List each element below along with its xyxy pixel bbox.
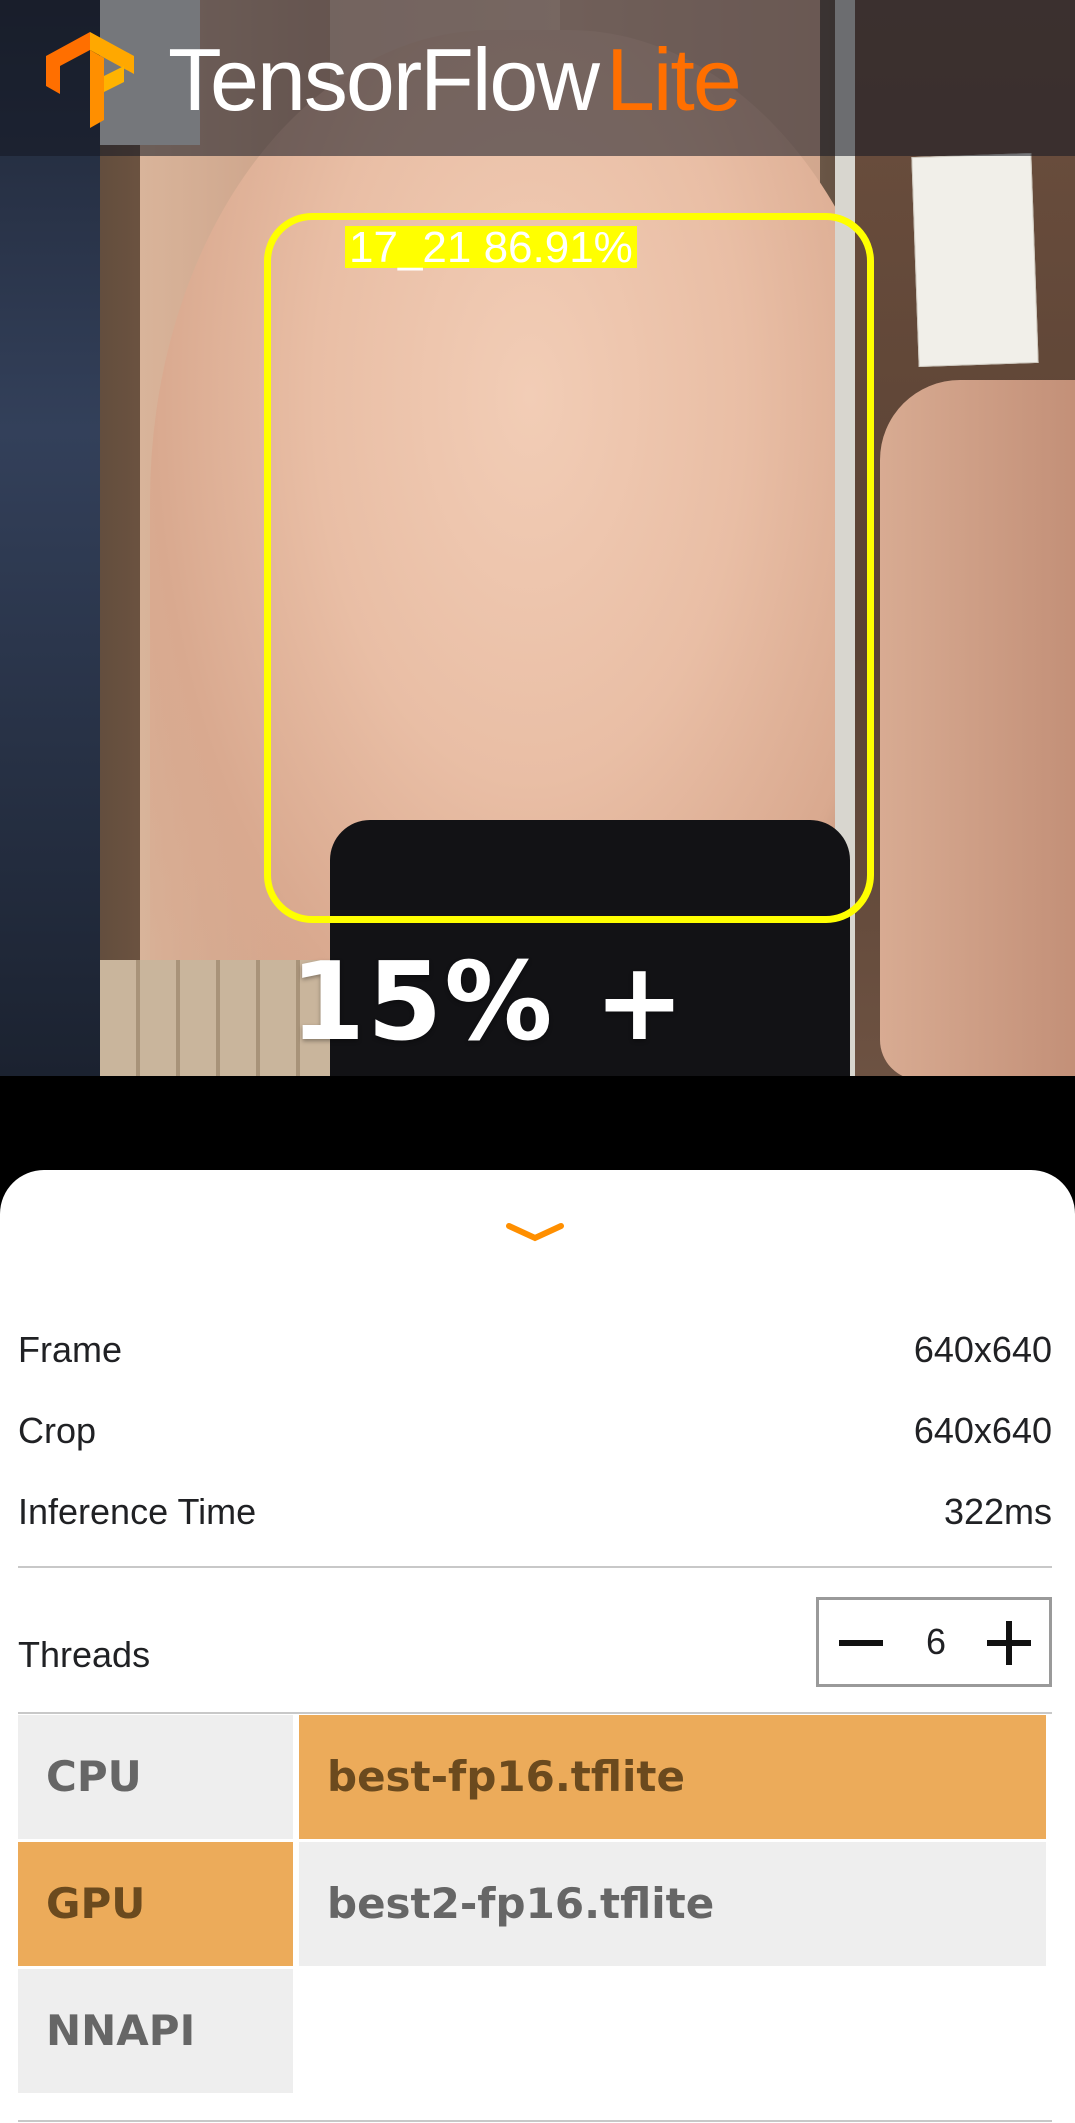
bottom-sheet: Frame 640x640 Crop 640x640 Inference Tim… [0, 1170, 1075, 2123]
info-label: Frame [18, 1329, 123, 1370]
device-option-gpu[interactable]: GPU [18, 1842, 293, 1966]
model-option-best-fp16[interactable]: best-fp16.tflite [299, 1715, 1046, 1839]
info-row-crop: Crop 640x640 [18, 1401, 1052, 1461]
background-wall [0, 0, 100, 1076]
minus-icon[interactable] [835, 1616, 891, 1670]
app-title-main: TensorFlow [168, 30, 600, 129]
info-value: 640x640 [913, 1329, 1052, 1370]
app-title-accent: Lite [605, 30, 742, 129]
info-value: 640x640 [913, 1410, 1052, 1451]
model-option-best2-fp16[interactable]: best2-fp16.tflite [299, 1842, 1046, 1966]
detection-label: 17_21 86.91% [345, 226, 637, 270]
plus-icon[interactable] [983, 1616, 1039, 1670]
image-overlay-text: 15% + [290, 940, 687, 1065]
divider [18, 2120, 1052, 2122]
info-row-frame: Frame 640x640 [18, 1320, 1052, 1380]
app-title: TensorFlowLite [168, 30, 742, 130]
detection-box [264, 213, 874, 923]
threads-stepper: 6 [816, 1597, 1052, 1687]
chevron-down-icon[interactable] [505, 1220, 565, 1244]
tensorflow-logo-icon [46, 32, 134, 128]
info-label: Inference Time [18, 1491, 257, 1532]
info-row-inference-time: Inference Time 322ms [18, 1482, 1052, 1542]
app-toolbar: TensorFlowLite [0, 0, 1075, 156]
person-arm [880, 380, 1075, 1076]
divider [18, 1566, 1052, 1568]
device-option-nnapi[interactable]: NNAPI [18, 1969, 293, 2093]
door-sign [911, 152, 1039, 368]
info-label: Crop [18, 1410, 97, 1451]
device-option-cpu[interactable]: CPU [18, 1715, 293, 1839]
threads-count: 6 [925, 1621, 947, 1662]
info-value: 322ms [943, 1491, 1052, 1532]
threads-label: Threads [18, 1634, 151, 1675]
divider [18, 1712, 1052, 1714]
